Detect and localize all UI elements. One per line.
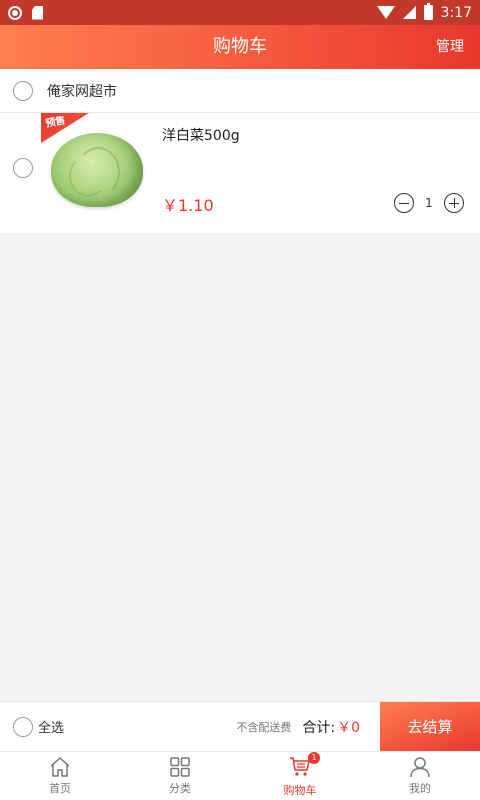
product-name[interactable]: 洋白菜500g xyxy=(162,125,240,145)
sd-card-icon xyxy=(32,5,43,20)
quantity-value: 1 xyxy=(425,196,433,210)
app-header: 购物车 管理 xyxy=(0,25,480,69)
page-title: 购物车 xyxy=(213,36,267,57)
shop-row: 俺家网超市 xyxy=(0,69,480,113)
cart-badge: 1 xyxy=(308,751,320,764)
status-bar: 3:17 xyxy=(0,0,480,25)
product-image[interactable]: 预售 xyxy=(41,113,151,223)
select-all-label[interactable]: 全选 xyxy=(38,717,64,736)
tab-home[interactable]: 首页 xyxy=(0,752,120,800)
quantity-stepper: 1 xyxy=(394,193,464,213)
category-icon xyxy=(170,757,190,777)
battery-icon xyxy=(423,3,433,20)
tab-cart[interactable]: 1 购物车 xyxy=(240,751,360,800)
shop-checkbox[interactable] xyxy=(13,80,33,101)
select-all-checkbox[interactable] xyxy=(13,716,33,737)
checkout-button[interactable]: 去结算 xyxy=(380,701,480,752)
tab-category[interactable]: 分类 xyxy=(120,752,240,800)
status-time: 3:17 xyxy=(440,4,472,21)
shop-name[interactable]: 俺家网超市 xyxy=(47,81,117,101)
cart-icon-wrap: 1 xyxy=(288,751,320,782)
signal-icon xyxy=(402,6,416,19)
cart-item: 预售 洋白菜500g ￥1.10 1 xyxy=(0,113,480,233)
decrease-quantity-button[interactable] xyxy=(394,193,414,213)
checkout-bar: 全选 不含配送费 合计: ￥0 去结算 xyxy=(0,701,480,752)
delivery-note: 不含配送费 xyxy=(236,720,292,734)
product-price: ￥1.10 xyxy=(162,196,214,215)
notification-icon xyxy=(8,5,22,20)
tab-home-label: 首页 xyxy=(49,782,71,795)
tab-cart-label: 购物车 xyxy=(283,783,317,797)
tab-mine-label: 我的 xyxy=(409,782,431,795)
user-icon xyxy=(410,757,430,778)
tab-category-label: 分类 xyxy=(169,782,191,795)
tab-bar: 首页 分类 1 购物车 我的 xyxy=(0,751,480,800)
manage-button[interactable]: 管理 xyxy=(436,25,464,69)
home-icon xyxy=(50,757,70,777)
tab-mine[interactable]: 我的 xyxy=(360,752,480,800)
item-checkbox[interactable] xyxy=(13,158,33,178)
increase-quantity-button[interactable] xyxy=(444,193,464,213)
total-value: ￥0 xyxy=(337,719,360,736)
total-label: 合计: xyxy=(302,719,336,736)
cabbage-image xyxy=(51,133,143,207)
wifi-icon xyxy=(376,6,395,19)
